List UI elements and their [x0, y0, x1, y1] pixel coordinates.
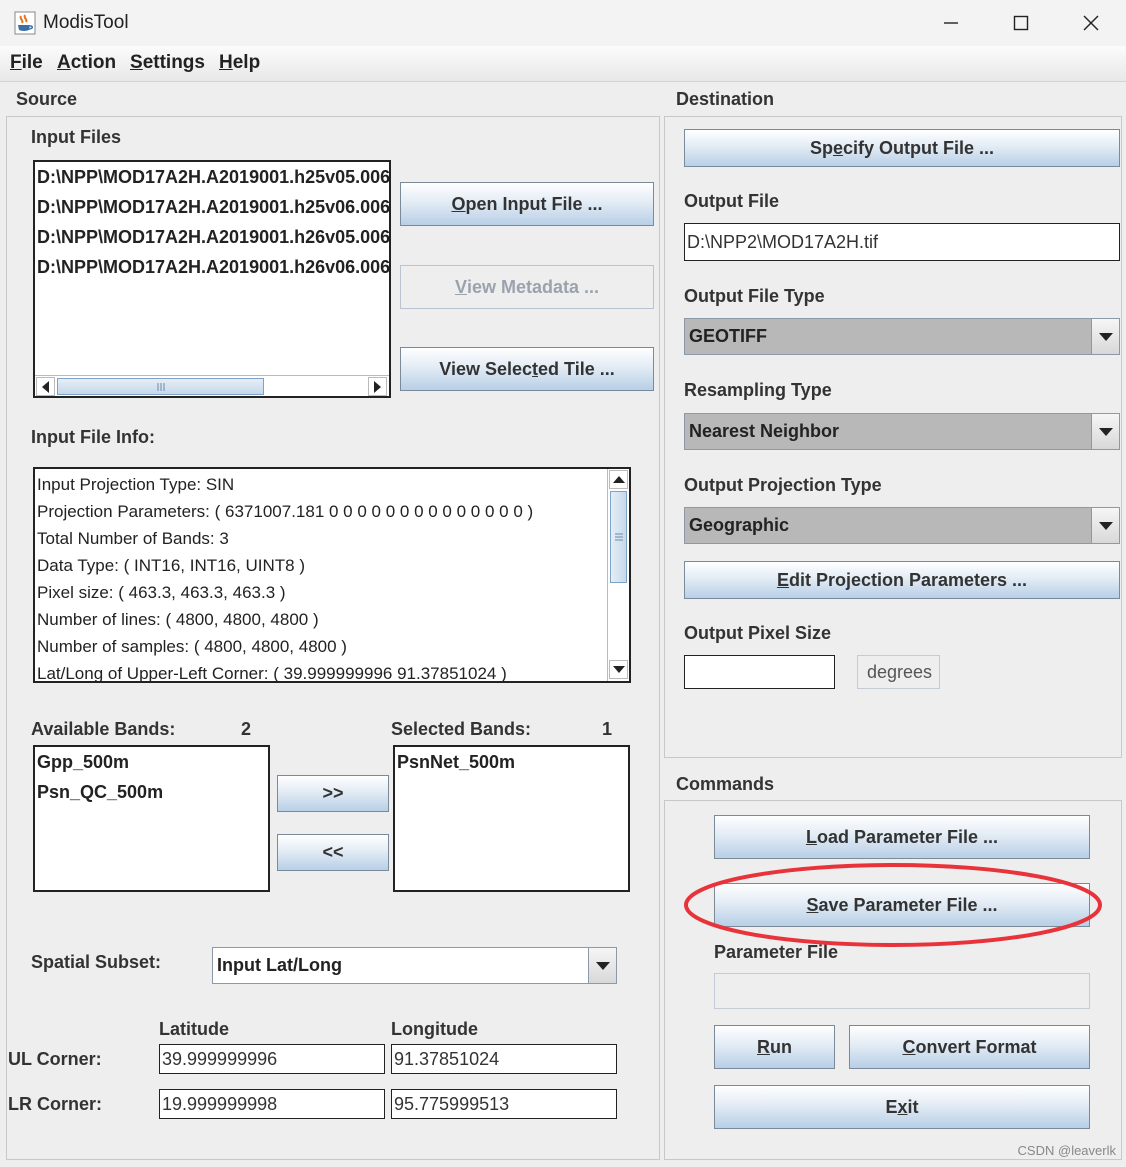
output-pixel-size-input[interactable] — [684, 655, 835, 689]
selected-bands-list[interactable]: PsnNet_500m — [393, 745, 630, 892]
output-file-type-dropdown[interactable]: GEOTIFF — [684, 318, 1120, 355]
scroll-up-icon[interactable] — [609, 470, 628, 489]
list-item[interactable]: Psn_QC_500m — [35, 777, 268, 807]
info-line: Number of lines: ( 4800, 4800, 4800 ) — [37, 610, 319, 629]
resampling-type-dropdown[interactable]: Nearest Neighbor — [684, 413, 1120, 450]
exit-button[interactable]: Ex it — [714, 1085, 1090, 1129]
grip-icon — [614, 533, 623, 541]
view-selected-tile-button[interactable]: View Selec t ed Tile ... — [400, 347, 654, 391]
commands-header: Commands — [676, 774, 775, 794]
close-button[interactable] — [1056, 0, 1126, 46]
info-line: Projection Parameters: ( 6371007.181 0 0… — [37, 502, 534, 521]
maximize-icon — [1013, 15, 1029, 31]
pixel-unit-label: degrees — [857, 655, 940, 689]
list-item[interactable]: PsnNet_500m — [395, 747, 628, 777]
grip-icon — [157, 382, 164, 391]
spatial-subset-value: Input Lat/Long — [217, 955, 342, 975]
remove-band-button[interactable]: << — [277, 834, 389, 871]
list-item[interactable]: D:\NPP\MOD17A2H.A2019001.h26v06.006. — [35, 252, 389, 282]
list-item[interactable]: D:\NPP\MOD17A2H.A2019001.h25v06.006. — [35, 192, 389, 222]
chevron-down-icon[interactable] — [1091, 319, 1119, 354]
parameter-file-input[interactable] — [714, 973, 1090, 1009]
latitude-label: Latitude — [159, 1019, 229, 1039]
chevron-down-icon[interactable] — [1091, 508, 1119, 543]
window-title: ModisTool — [43, 12, 129, 33]
convert-format-button[interactable]: Convert Format — [849, 1025, 1090, 1069]
input-files-hscrollbar[interactable] — [35, 375, 389, 396]
chevron-down-icon[interactable] — [588, 948, 616, 983]
open-input-file-button[interactable]: Open Input File ... — [400, 182, 654, 226]
selected-bands-label: Selected Bands: — [391, 719, 532, 739]
available-bands-count: 2 — [241, 719, 252, 739]
output-pixel-size-label: Output Pixel Size — [684, 623, 832, 643]
edit-projection-parameters-button[interactable]: Edit Projection Parameters ... — [684, 561, 1120, 599]
info-line: Number of samples: ( 4800, 4800, 4800 ) — [37, 637, 347, 656]
lr-longitude-input[interactable]: 95.775999513 — [391, 1089, 617, 1119]
output-projection-dropdown[interactable]: Geographic — [684, 507, 1120, 544]
info-line: Data Type: ( INT16, INT16, UINT8 ) — [37, 556, 305, 575]
source-header: Source — [16, 89, 78, 109]
destination-header: Destination — [676, 89, 775, 109]
minimize-icon — [944, 22, 958, 24]
output-file-type-label: Output File Type — [684, 286, 825, 306]
longitude-label: Longitude — [391, 1019, 478, 1039]
output-file-label: Output File — [684, 191, 779, 211]
specify-output-file-button[interactable]: Sp e cify Output File ... — [684, 129, 1120, 167]
info-line: Input Projection Type: SIN — [37, 475, 235, 494]
info-vscrollbar[interactable] — [607, 469, 629, 681]
resampling-type-value: Nearest Neighbor — [689, 421, 840, 441]
close-icon — [1083, 15, 1099, 31]
minimize-button[interactable] — [916, 0, 986, 46]
list-item[interactable]: Gpp_500m — [35, 747, 268, 777]
menu-help[interactable]: Help — [219, 52, 260, 74]
list-item[interactable]: D:\NPP\MOD17A2H.A2019001.h26v05.006. — [35, 222, 389, 252]
spatial-subset-dropdown[interactable]: Input Lat/Long — [212, 947, 617, 984]
watermark: CSDN @leaverlk — [1017, 1143, 1116, 1158]
load-parameter-file-button[interactable]: Load Parameter File ... — [714, 815, 1090, 859]
java-cup-icon — [14, 11, 36, 35]
input-file-info-label: Input File Info: — [31, 427, 155, 447]
scroll-thumb[interactable] — [610, 491, 627, 583]
view-metadata-button[interactable]: View Metadata ... — [400, 265, 654, 309]
available-bands-list[interactable]: Gpp_500m Psn_QC_500m — [33, 745, 270, 892]
scroll-thumb[interactable] — [57, 378, 264, 395]
scroll-left-icon[interactable] — [36, 377, 55, 396]
available-bands-label: Available Bands: — [31, 719, 176, 739]
info-line: Total Number of Bands: 3 — [37, 529, 229, 548]
output-file-type-value: GEOTIFF — [689, 326, 767, 346]
input-files-label: Input Files — [31, 127, 121, 147]
input-files-list[interactable]: D:\NPP\MOD17A2H.A2019001.h25v05.006. D:\… — [33, 160, 391, 398]
add-band-button[interactable]: >> — [277, 775, 389, 812]
output-projection-value: Geographic — [689, 515, 790, 535]
scroll-right-icon[interactable] — [368, 377, 387, 396]
resampling-type-label: Resampling Type — [684, 380, 832, 400]
lr-latitude-input[interactable]: 19.999999998 — [159, 1089, 385, 1119]
info-line: Lat/Long of Upper-Left Corner: ( 39.9999… — [37, 664, 507, 683]
menu-action[interactable]: Action — [57, 52, 116, 74]
lr-corner-label: LR Corner: — [8, 1094, 102, 1114]
ul-longitude-input[interactable]: 91.37851024 — [391, 1044, 617, 1074]
highlight-ellipse — [684, 863, 1102, 947]
info-line: Pixel size: ( 463.3, 463.3, 463.3 ) — [37, 583, 286, 602]
output-projection-label: Output Projection Type — [684, 475, 882, 495]
menu-file[interactable]: File — [10, 52, 43, 74]
output-file-input[interactable]: D:\NPP2\MOD17A2H.tif — [684, 223, 1120, 261]
spatial-subset-label: Spatial Subset: — [31, 952, 162, 972]
chevron-down-icon[interactable] — [1091, 414, 1119, 449]
list-item[interactable]: D:\NPP\MOD17A2H.A2019001.h25v05.006. — [35, 162, 389, 192]
selected-bands-count: 1 — [602, 719, 613, 739]
menu-settings[interactable]: Settings — [130, 52, 205, 74]
ul-corner-label: UL Corner: — [8, 1049, 102, 1069]
scroll-down-icon[interactable] — [609, 660, 628, 679]
input-file-info-textarea[interactable]: Input Projection Type: SIN Projection Pa… — [33, 467, 631, 683]
run-button[interactable]: Run — [714, 1025, 835, 1069]
maximize-button[interactable] — [986, 0, 1056, 46]
ul-latitude-input[interactable]: 39.999999996 — [159, 1044, 385, 1074]
